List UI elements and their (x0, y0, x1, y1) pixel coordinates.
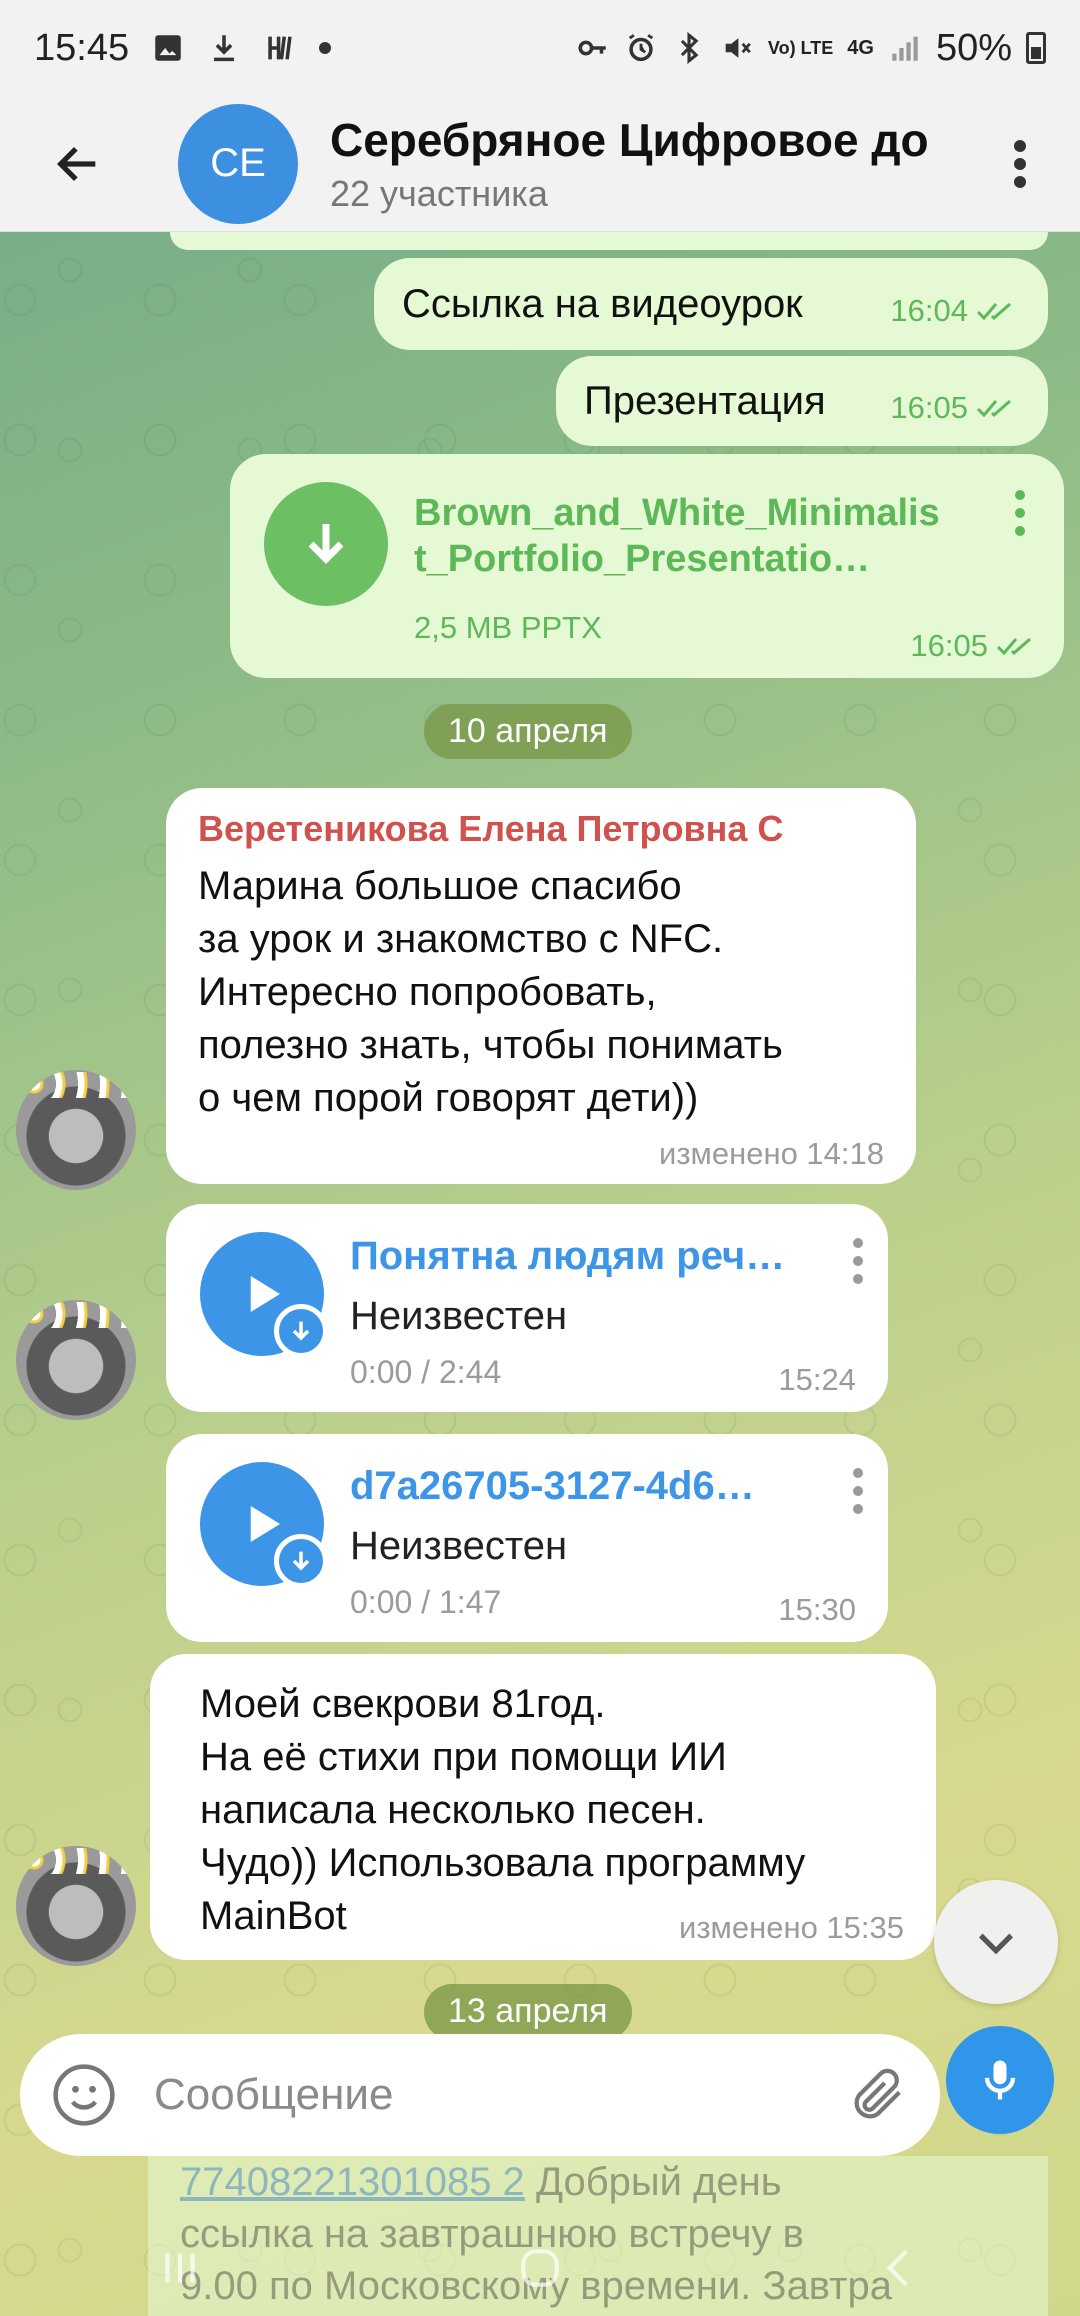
sender-name[interactable]: Веретеникова Елена Петровна С (198, 808, 884, 850)
status-time: 15:45 (34, 26, 130, 69)
message-audio-incoming[interactable]: d7a26705-3127-4d6… Неизвестен 0:00 / 1:4… (166, 1434, 888, 1642)
sender-avatar[interactable] (16, 1846, 136, 1966)
file-name: Brown_and_White_Minimalis t_Portfolio_Pr… (414, 492, 940, 580)
audio-menu-icon[interactable] (850, 1468, 866, 1514)
notification-app-icon (268, 36, 292, 60)
home-icon[interactable] (515, 2243, 565, 2293)
message-incoming[interactable]: Моей свекрови 81год. На её стихи при пом… (150, 1654, 936, 1960)
download-icon (214, 35, 235, 62)
message-outgoing[interactable]: Презентация 16:05 (556, 356, 1048, 446)
message-outgoing[interactable]: Ссылка на видеоурок 16:04 (374, 258, 1048, 350)
mute-icon (725, 38, 751, 58)
bluetooth-icon (680, 32, 699, 64)
chevron-down-icon (978, 1933, 1014, 1955)
download-arrow-icon (308, 524, 344, 564)
scroll-to-bottom-button[interactable] (934, 1880, 1058, 2004)
date-separator: 13 апреля (424, 1984, 632, 2040)
message-file-outgoing[interactable]: Brown_and_White_Minimalis t_Portfolio_Pr… (230, 454, 1064, 678)
message-text: Ссылка на видеоурок (402, 281, 803, 326)
back-button[interactable] (30, 116, 126, 212)
audio-title: Понятна людям реч… (350, 1234, 786, 1278)
voice-record-button[interactable] (946, 2026, 1054, 2134)
group-avatar[interactable]: CE (178, 103, 298, 224)
download-arrow-icon (292, 1321, 310, 1341)
signal-icon (892, 36, 918, 61)
message-time: 16:05 (910, 628, 988, 663)
battery-percentage: 50% (935, 26, 1012, 69)
status-bar: 15:45 Vo) LTE 4G 50% (0, 0, 1080, 96)
microphone-icon (984, 2060, 1016, 2100)
file-download-button[interactable] (264, 482, 388, 606)
double-check-icon (976, 399, 1011, 418)
audio-artist: Неизвестен (350, 1294, 568, 1338)
date-separator: 10 апреля (424, 704, 632, 759)
message-audio-incoming[interactable]: Понятна людям реч… Неизвестен 0:00 / 2:4… (166, 1204, 888, 1412)
message-time: 16:05 (890, 390, 968, 425)
audio-duration: 0:00 / 2:44 (350, 1354, 502, 1390)
chat-header: CE Серебряное Цифровое до 22 участника (0, 96, 1080, 232)
sender-avatar[interactable] (16, 1300, 136, 1420)
chat-info[interactable]: Серебряное Цифровое до 22 участника (330, 113, 990, 215)
message-composer: Сообщение (20, 2034, 940, 2156)
message-text: Марина большое спасибо за урок и знакомс… (198, 864, 783, 1120)
double-check-icon (996, 637, 1031, 656)
audio-download-button[interactable] (274, 1304, 328, 1358)
more-vertical-icon (1014, 139, 1026, 188)
system-navigation-bar (0, 2220, 1080, 2316)
message-text: Презентация (584, 378, 826, 423)
message-time: изменено 15:35 (679, 1910, 904, 1945)
attach-icon[interactable] (846, 2063, 910, 2127)
message-time: 16:04 (890, 293, 968, 328)
file-meta: 2,5 MB PPTX (414, 610, 602, 645)
file-menu-icon[interactable] (1012, 490, 1028, 536)
message-incoming[interactable]: Веретеникова Елена Петровна С Марина бол… (166, 788, 916, 1184)
message-text: Моей свекрови 81год. На её стихи при пом… (200, 1682, 806, 1938)
gallery-icon (155, 35, 181, 61)
message-time: изменено 14:18 (659, 1136, 884, 1171)
sender-avatar[interactable] (16, 1070, 136, 1190)
emoji-icon[interactable] (50, 2061, 118, 2129)
download-arrow-icon (292, 1551, 310, 1571)
message-time: 15:30 (778, 1592, 856, 1627)
message-input[interactable]: Сообщение (154, 2070, 846, 2120)
recent-apps-icon[interactable] (155, 2243, 205, 2293)
key-icon (578, 40, 606, 56)
phone-link[interactable]: 77408221301085 2 (180, 2160, 525, 2204)
back-nav-icon[interactable] (875, 2243, 925, 2293)
more-notifications-dot (319, 42, 332, 54)
audio-duration: 0:00 / 1:47 (350, 1584, 502, 1620)
message-time: 15:24 (778, 1362, 856, 1397)
participants-count: 22 участника (330, 172, 548, 214)
chat-title: Серебряное Цифровое до (330, 113, 929, 166)
previous-message-partial (170, 232, 1048, 250)
double-check-icon (976, 302, 1011, 321)
audio-download-button[interactable] (274, 1534, 328, 1588)
audio-title: d7a26705-3127-4d6… (350, 1464, 755, 1508)
network-type-indicator: 4G (847, 36, 874, 59)
more-menu-button[interactable] (990, 116, 1050, 212)
audio-menu-icon[interactable] (850, 1238, 866, 1284)
alarm-icon (628, 34, 654, 62)
volte-indicator: Vo) LTE (767, 37, 834, 58)
battery-icon (1026, 32, 1046, 64)
arrow-left-icon (56, 146, 96, 181)
audio-artist: Неизвестен (350, 1524, 568, 1568)
